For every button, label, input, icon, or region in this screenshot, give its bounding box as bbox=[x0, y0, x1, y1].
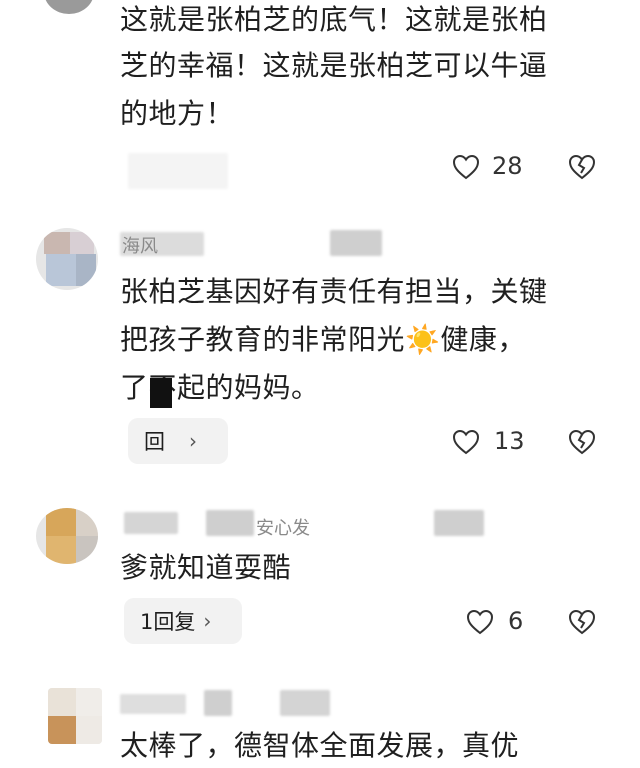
comment-text: 把孩子教育的非常阳光☀️健康， bbox=[120, 323, 526, 356]
avatar[interactable] bbox=[44, 0, 94, 14]
username-blurred[interactable] bbox=[204, 690, 232, 716]
like-count: 13 bbox=[494, 427, 525, 455]
heart-icon[interactable] bbox=[452, 429, 480, 455]
reply-pill-blurred[interactable] bbox=[128, 153, 228, 189]
metadata-blurred bbox=[330, 230, 382, 256]
heart-icon[interactable] bbox=[452, 154, 480, 180]
username-blurred[interactable] bbox=[120, 694, 186, 714]
redaction-block bbox=[150, 378, 172, 408]
chevron-right-icon: › bbox=[189, 429, 197, 453]
broken-heart-icon[interactable] bbox=[568, 429, 596, 455]
username-blurred[interactable] bbox=[280, 690, 330, 716]
reply-label: 回 bbox=[144, 430, 165, 454]
metadata-blurred bbox=[434, 510, 484, 536]
comment-text: 这就是张柏芝的底气！这就是张柏 bbox=[120, 3, 548, 36]
username-blurred[interactable] bbox=[206, 510, 254, 536]
comment-text: 的地方！ bbox=[120, 97, 235, 130]
like-count: 6 bbox=[508, 607, 524, 635]
comment-text: 爹就知道耍酷 bbox=[120, 551, 292, 584]
heart-icon[interactable] bbox=[466, 609, 494, 635]
like-count: 28 bbox=[492, 152, 523, 180]
reply-label: 1回复 bbox=[140, 610, 196, 634]
username[interactable]: 安心发 bbox=[256, 514, 310, 540]
broken-heart-icon[interactable] bbox=[568, 154, 596, 180]
username-blurred[interactable] bbox=[124, 512, 178, 534]
avatar[interactable] bbox=[36, 508, 98, 564]
reply-button[interactable]: 回 › bbox=[128, 418, 228, 464]
comment-text: 太棒了，德智体全面发展，真优 bbox=[120, 729, 520, 762]
comment-text: 芝的幸福！这就是张柏芝可以牛逼 bbox=[120, 49, 548, 82]
avatar[interactable] bbox=[48, 688, 102, 744]
reply-button[interactable]: 1回复 › bbox=[124, 598, 242, 644]
avatar[interactable] bbox=[36, 228, 98, 290]
chevron-right-icon: › bbox=[203, 609, 212, 633]
broken-heart-icon[interactable] bbox=[568, 609, 596, 635]
username[interactable]: 海风 bbox=[122, 232, 158, 258]
comment-text: 张柏芝基因好有责任有担当，关键 bbox=[120, 275, 548, 308]
